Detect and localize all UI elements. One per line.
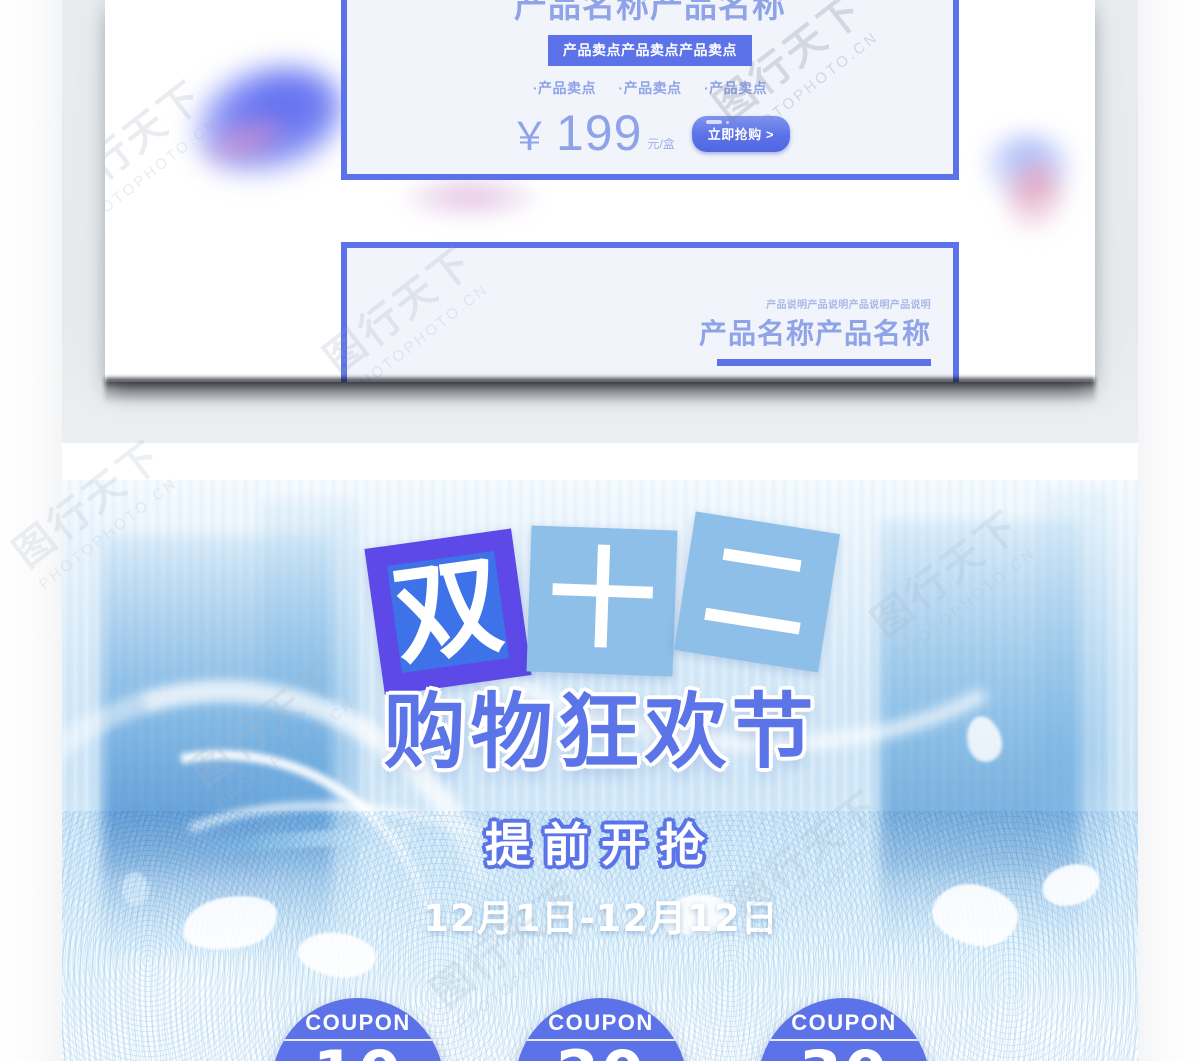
button-dot-icon [725,121,729,125]
watermark-cn: 图行天下 [105,72,213,216]
product-title: 产品名称产品名称 [514,0,786,24]
tile-char: 十 [545,536,659,665]
title-underline-bar [717,358,931,366]
watermark-en: PHOTOPHOTO.CN [105,114,223,234]
bullet-item: ·产品卖点 [703,80,768,97]
tile-shi: 十 [526,525,678,677]
tile-er: 二 [673,511,841,673]
banner-main-title: 购物狂欢节 [383,685,819,780]
decorative-blob-right-pink [997,155,1073,237]
watermark: 图行天下 PHOTOPHOTO.CN [105,64,226,233]
banner-date-range: 12月1日-12月12日 [423,897,779,940]
price-unit: 元/盒 [647,137,675,152]
price-value: 199 [556,105,643,162]
section-divider-band [62,443,1140,480]
tile-char: 双 [385,542,511,681]
selling-point-badge: 产品卖点产品卖点产品卖点 [548,35,752,67]
product-description: 产品说明产品说明产品说明产品说明 [766,300,931,311]
decorative-blob-left [180,47,358,193]
selling-point-list: ·产品卖点 ·产品卖点 ·产品卖点 [347,78,953,98]
coupon-amount: 30 [758,1043,930,1061]
bullet-item: ·产品卖点 [618,80,682,97]
price-row: ￥ 199 元/盒 立即抢购 > [347,105,953,162]
product-mockup-section: 产品名称产品名称 产品卖点产品卖点产品卖点 ·产品卖点 ·产品卖点 ·产品卖点 … [62,0,1140,443]
coupon-label: COUPON [305,1010,411,1035]
mockup-drop-shadow [105,378,1095,404]
currency-symbol: ￥ [509,116,549,160]
tile-char: 二 [696,523,818,661]
tile-shuang: 双 [364,528,532,696]
decorative-blob-right [985,133,1071,199]
coupon-label: COUPON [791,1010,897,1035]
product-card-primary[interactable]: 产品名称产品名称 产品卖点产品卖点产品卖点 ·产品卖点 ·产品卖点 ·产品卖点 … [341,0,959,180]
product-title-secondary: 产品名称产品名称 [698,318,931,349]
banner-sub-title: 提前开抢 [485,818,717,872]
page-root: 产品名称产品名称 产品卖点产品卖点产品卖点 ·产品卖点 ·产品卖点 ·产品卖点 … [0,0,1200,1061]
coupon-item[interactable]: COUPON 30 [758,998,930,1061]
mockup-inner-canvas: 产品名称产品名称 产品卖点产品卖点产品卖点 ·产品卖点 ·产品卖点 ·产品卖点 … [105,0,1095,382]
page-margin-left [0,0,62,1061]
coupon-amount: 20 [515,1043,687,1061]
bullet-item: ·产品卖点 [532,80,597,97]
coupon-amount: 10 [272,1043,444,1061]
buy-now-button[interactable]: 立即抢购 > [691,116,790,153]
promo-banner-section: 双 十 二 购物狂欢节 提前开抢 12月1日-12月12日 COUPON 10 … [62,480,1140,1061]
button-highlight-icon [705,120,722,125]
coupon-item[interactable]: COUPON 20 [515,998,687,1061]
decorative-blob-center [405,176,535,218]
coupon-item[interactable]: COUPON 10 [272,998,444,1061]
product-card-secondary[interactable]: 产品说明产品说明产品说明产品说明 产品名称产品名称 [341,242,959,382]
page-margin-right [1138,0,1200,1061]
coupon-label: COUPON [548,1010,654,1035]
decorative-blob-left-pink [196,103,298,177]
double-twelve-tiles: 双 十 二 [364,511,844,696]
coupon-row: COUPON 10 COUPON 20 COUPON 30 [62,998,1140,1061]
